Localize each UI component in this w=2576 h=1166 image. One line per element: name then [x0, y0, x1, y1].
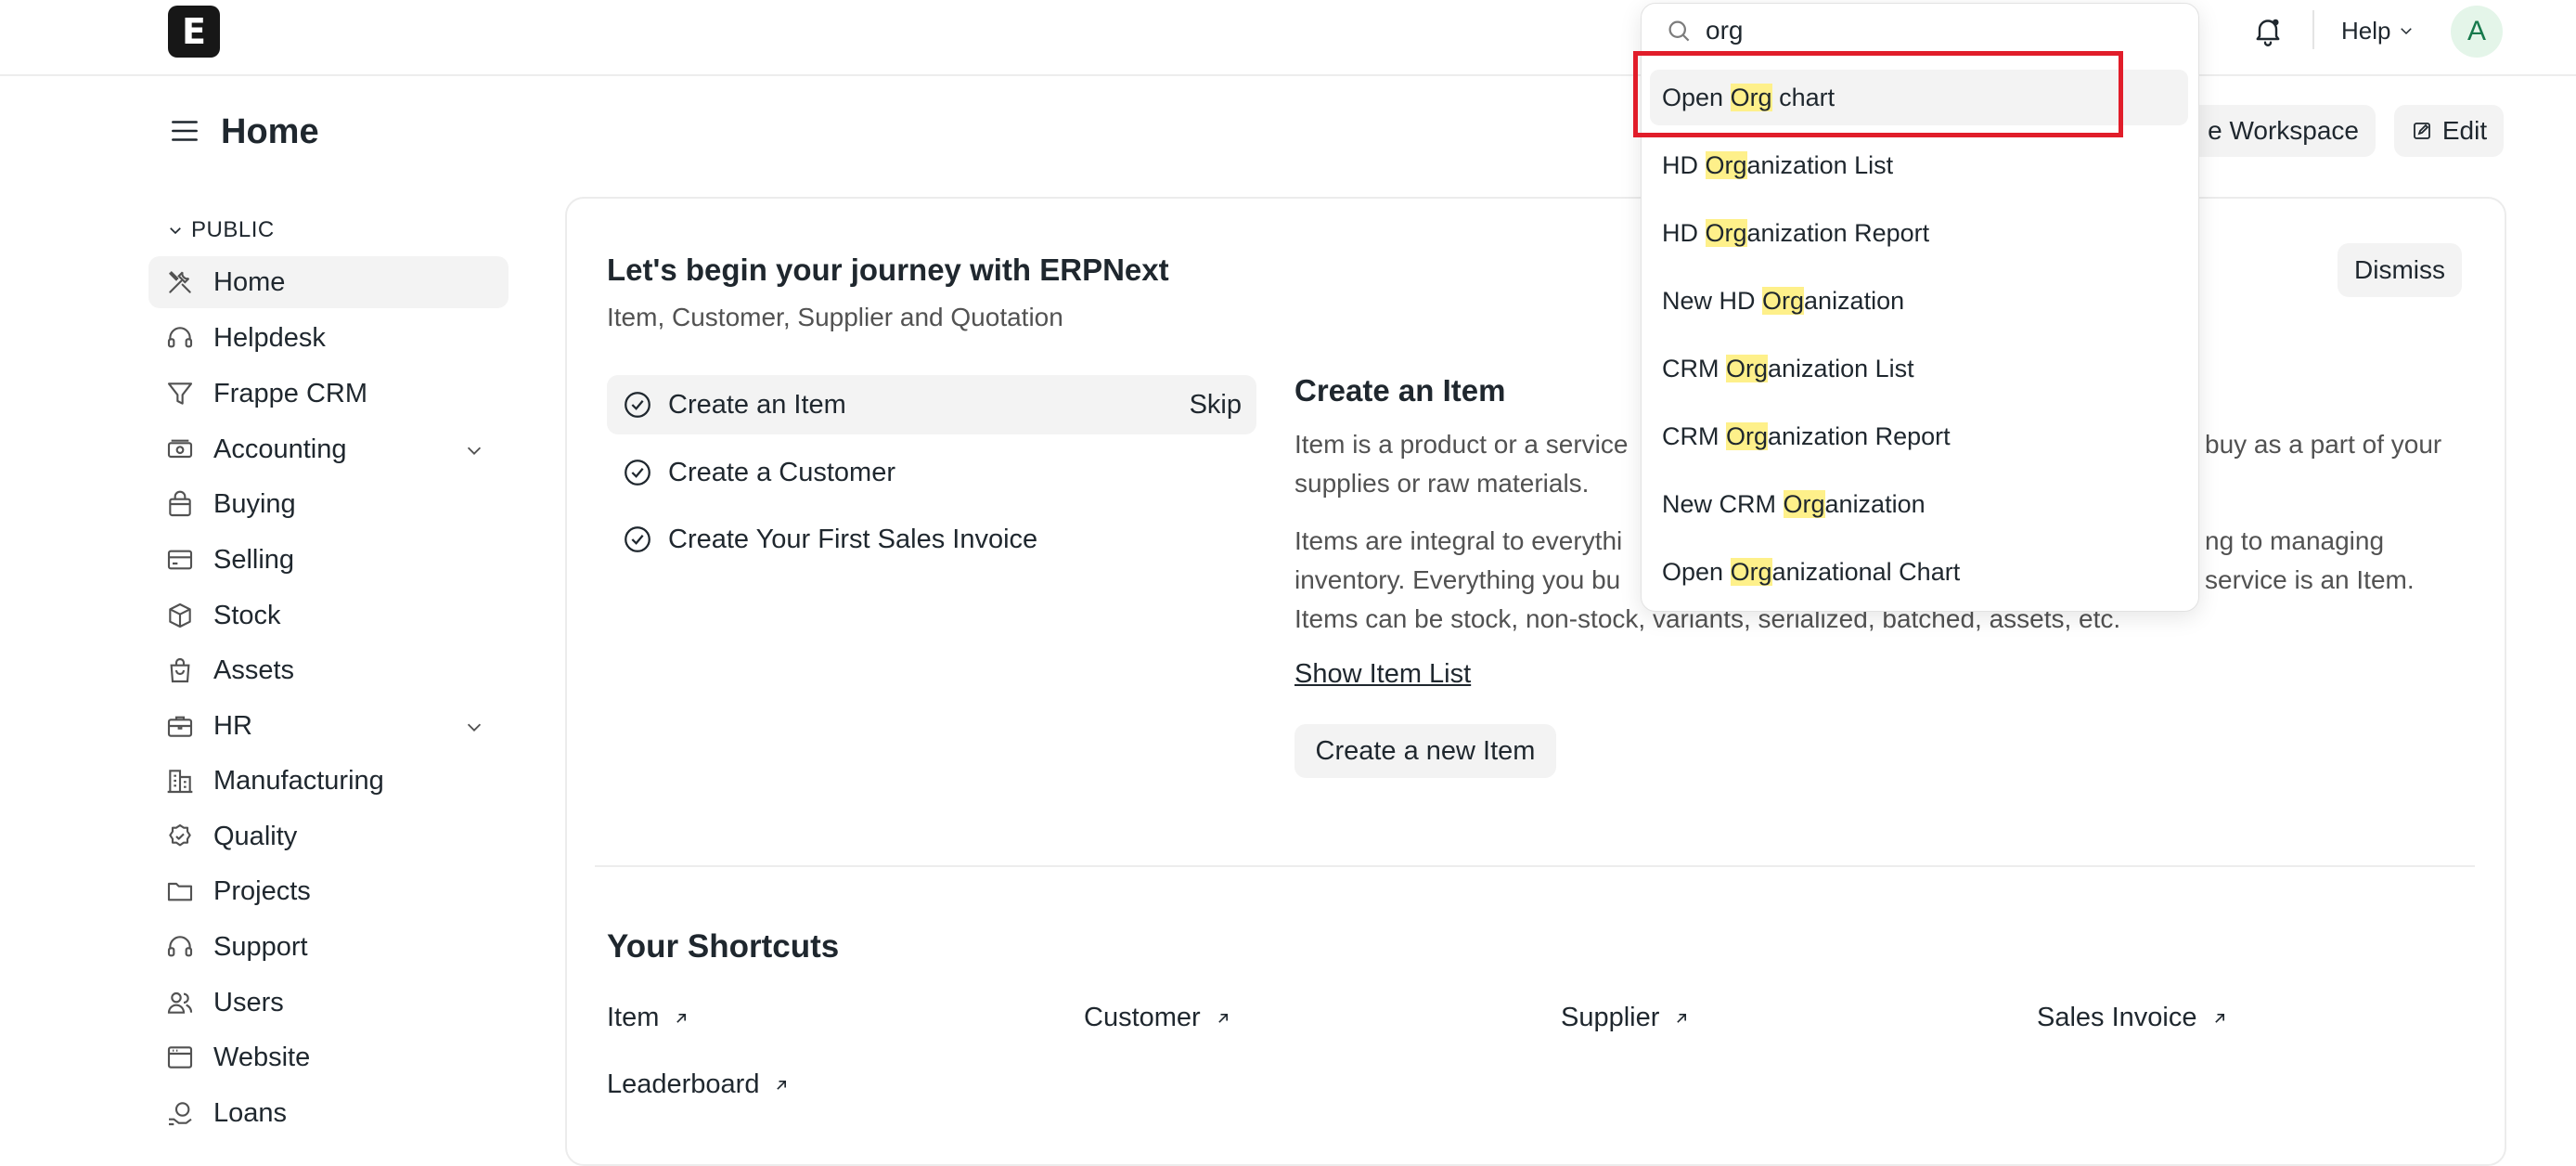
loan-icon — [163, 1096, 197, 1130]
funnel-icon — [163, 377, 197, 410]
chevron-down-icon[interactable] — [464, 717, 484, 737]
money-icon — [163, 433, 197, 466]
search-result-item[interactable]: HD Organization List — [1650, 137, 2188, 193]
onboarding-step-sales-invoice[interactable]: Create Your First Sales Invoice — [607, 510, 1256, 569]
edit-icon — [2413, 123, 2430, 139]
users-icon — [163, 986, 197, 1019]
help-menu[interactable]: Help — [2341, 14, 2415, 47]
notification-bell-icon[interactable] — [2251, 13, 2285, 48]
avatar[interactable]: A — [2451, 6, 2503, 58]
search-result-item[interactable]: New HD Organization — [1650, 273, 2188, 329]
step-detail-title: Create an Item — [1294, 373, 1506, 408]
edit-button[interactable]: Edit — [2394, 105, 2504, 157]
box-icon — [163, 599, 197, 632]
shortcut-sales-invoice[interactable]: Sales Invoice — [2037, 1003, 2229, 1033]
search-result-item[interactable]: CRM Organization List — [1650, 341, 2188, 396]
check-circle-icon — [625, 460, 650, 486]
search-result-item[interactable]: New CRM Organization — [1650, 476, 2188, 532]
headset-icon — [163, 321, 197, 355]
sidebar-item-website[interactable]: Website — [148, 1031, 509, 1083]
sidebar-item-accounting[interactable]: Accounting — [148, 423, 509, 475]
navbar-divider — [2312, 10, 2314, 49]
credit-card-icon — [163, 543, 197, 577]
check-circle-icon — [625, 526, 650, 552]
app-logo[interactable]: E — [168, 6, 220, 58]
search-result-item[interactable]: HD Organization Report — [1650, 205, 2188, 261]
sidebar-toggle-icon[interactable] — [167, 113, 202, 149]
onboarding-step-create-customer[interactable]: Create a Customer — [607, 443, 1256, 502]
sidebar-item-frappe-crm[interactable]: Frappe CRM — [148, 368, 509, 420]
folder-icon — [163, 874, 197, 908]
arrow-up-right-icon — [1217, 1013, 1228, 1023]
check-circle-icon — [625, 392, 650, 418]
search-result-item[interactable]: Open Organizational Chart — [1650, 544, 2188, 600]
onboarding-subtitle: Item, Customer, Supplier and Quotation — [607, 303, 1063, 331]
sidebar-item-support[interactable]: Support — [148, 921, 509, 973]
sidebar-item-hr[interactable]: HR — [148, 700, 509, 752]
tools-icon — [163, 266, 197, 299]
shortcut-customer[interactable]: Customer — [1084, 1003, 1232, 1033]
skip-link[interactable]: Skip — [1190, 375, 1242, 434]
bag-icon — [163, 654, 197, 687]
briefcase-icon — [163, 709, 197, 743]
step-detail-text: buy as a part of your — [2205, 430, 2442, 459]
search-result-item[interactable]: CRM Organization Report — [1650, 408, 2188, 464]
page-title: Home — [221, 112, 319, 151]
sidebar-item-users[interactable]: Users — [148, 977, 509, 1029]
sidebar-section-public[interactable]: PUBLIC — [167, 217, 275, 243]
step-detail-text: service is an Item. — [2205, 565, 2415, 594]
search-icon — [1665, 17, 1693, 45]
onboarding-step-create-item[interactable]: Create an Item Skip — [607, 375, 1256, 434]
section-divider — [595, 865, 2475, 867]
sidebar-item-assets[interactable]: Assets — [148, 644, 509, 696]
arrow-up-right-icon — [676, 1013, 687, 1023]
shortcut-leaderboard[interactable]: Leaderboard — [607, 1069, 791, 1100]
factory-icon — [163, 764, 197, 797]
arrow-up-right-icon — [1677, 1013, 1687, 1023]
sidebar-item-loans[interactable]: Loans — [148, 1087, 509, 1139]
highlight-annotation-box — [1633, 51, 2123, 137]
chevron-down-icon — [2401, 28, 2413, 35]
sidebar-item-manufacturing[interactable]: Manufacturing — [148, 755, 509, 807]
sidebar-item-quality[interactable]: Quality — [148, 810, 509, 862]
arrow-up-right-icon — [2214, 1013, 2224, 1023]
chevron-down-icon[interactable] — [464, 440, 484, 460]
step-detail-text: ng to managing — [2205, 526, 2385, 555]
onboarding-title: Let's begin your journey with ERPNext — [607, 253, 1169, 287]
show-item-list-link[interactable]: Show Item List — [1294, 659, 1471, 690]
sidebar-item-projects[interactable]: Projects — [148, 865, 509, 917]
shopping-bag-icon — [163, 487, 197, 521]
sidebar-item-home[interactable]: Home — [148, 256, 509, 308]
badge-check-icon — [163, 820, 197, 853]
sidebar-item-buying[interactable]: Buying — [148, 478, 509, 530]
help-label: Help — [2341, 17, 2391, 45]
chevron-down-icon — [170, 227, 181, 235]
search-input[interactable] — [1706, 9, 2170, 52]
sidebar-item-helpdesk[interactable]: Helpdesk — [148, 312, 509, 364]
arrow-up-right-icon — [777, 1080, 787, 1090]
sidebar-item-selling[interactable]: Selling — [148, 534, 509, 586]
shortcut-item[interactable]: Item — [607, 1003, 690, 1033]
browser-icon — [163, 1041, 197, 1074]
shortcuts-title: Your Shortcuts — [607, 928, 840, 965]
dismiss-button[interactable]: Dismiss — [2338, 243, 2462, 297]
shortcut-supplier[interactable]: Supplier — [1561, 1003, 1691, 1033]
headset-icon — [163, 930, 197, 964]
create-new-item-button[interactable]: Create a new Item — [1294, 724, 1556, 778]
sidebar-item-stock[interactable]: Stock — [148, 589, 509, 641]
